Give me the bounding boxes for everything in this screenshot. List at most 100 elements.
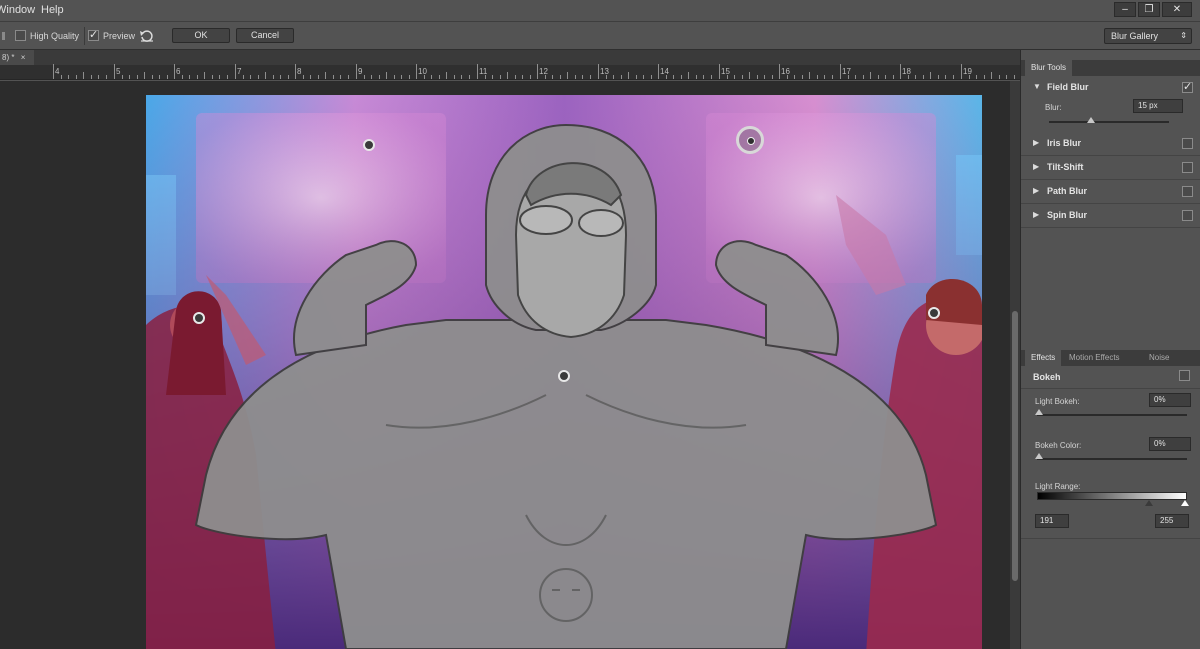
spin-blur-checkbox[interactable] bbox=[1182, 210, 1193, 221]
ruler-tick-label: 13 bbox=[600, 67, 609, 76]
blur-slider-track[interactable] bbox=[1049, 121, 1169, 123]
scrollbar-thumb[interactable] bbox=[1012, 311, 1018, 581]
ruler-minor-tick bbox=[227, 75, 228, 79]
artwork-image[interactable] bbox=[146, 95, 982, 649]
light-range-label: Light Range: bbox=[1035, 482, 1081, 491]
path-blur-checkbox[interactable] bbox=[1182, 186, 1193, 197]
ruler-major-tick bbox=[779, 64, 780, 79]
ruler-minor-tick bbox=[379, 75, 380, 79]
bokeh-label: Bokeh bbox=[1033, 372, 1061, 382]
light-bokeh-field[interactable]: 0% bbox=[1149, 393, 1191, 407]
ruler-tick-label: 9 bbox=[358, 67, 363, 76]
restore-button[interactable]: ❐ bbox=[1138, 2, 1160, 17]
ruler-minor-tick bbox=[91, 75, 92, 79]
ok-button[interactable]: OK bbox=[172, 28, 230, 43]
bokeh-color-slider-track[interactable] bbox=[1037, 458, 1187, 460]
ruler-minor-tick bbox=[424, 75, 425, 79]
tool-row-path-blur[interactable]: ▶ Path Blur bbox=[1021, 180, 1200, 204]
blur-value-field[interactable]: 15 px bbox=[1133, 99, 1183, 113]
tool-row-spin-blur[interactable]: ▶ Spin Blur bbox=[1021, 204, 1200, 228]
collapsed-triangle-icon[interactable]: ▶ bbox=[1033, 138, 1039, 147]
ruler-minor-tick bbox=[636, 75, 637, 79]
workspace-dropdown[interactable]: Blur Gallery ⇕ bbox=[1104, 28, 1192, 44]
bokeh-checkbox[interactable] bbox=[1179, 370, 1190, 381]
blur-label: Blur: bbox=[1045, 103, 1062, 112]
collapsed-triangle-icon[interactable]: ▶ bbox=[1033, 210, 1039, 219]
tab-motion-effects[interactable]: Motion Effects bbox=[1063, 350, 1126, 366]
vertical-scrollbar[interactable] bbox=[1010, 81, 1020, 649]
ruler-minor-tick bbox=[727, 75, 728, 79]
tool-name: Tilt-Shift bbox=[1047, 162, 1084, 172]
close-tab-icon[interactable]: × bbox=[21, 53, 26, 62]
collapsed-triangle-icon[interactable]: ▶ bbox=[1033, 162, 1039, 171]
ruler-major-tick bbox=[174, 64, 175, 79]
ruler-minor-tick bbox=[401, 75, 402, 79]
ruler-tick-label: 7 bbox=[237, 67, 242, 76]
ruler-minor-tick bbox=[734, 75, 735, 79]
tab-noise[interactable]: Noise bbox=[1143, 350, 1175, 366]
ruler-minor-tick bbox=[273, 75, 274, 79]
tool-name: Iris Blur bbox=[1047, 138, 1082, 148]
ruler-minor-tick bbox=[984, 75, 985, 79]
field-blur-checkbox[interactable] bbox=[1182, 80, 1193, 93]
preview-checkbox[interactable] bbox=[88, 28, 99, 41]
menu-help[interactable]: Help bbox=[41, 4, 64, 16]
close-button[interactable]: ✕ bbox=[1162, 2, 1192, 17]
iris-blur-checkbox[interactable] bbox=[1182, 138, 1193, 149]
ruler-minor-tick bbox=[673, 75, 674, 79]
light-bokeh-slider-knob[interactable] bbox=[1035, 409, 1043, 415]
ruler-minor-tick bbox=[666, 75, 667, 79]
ruler-minor-tick bbox=[219, 75, 220, 79]
ruler-major-tick bbox=[658, 64, 659, 79]
ruler-minor-tick bbox=[129, 75, 130, 79]
light-range-low-field[interactable]: 191 bbox=[1035, 514, 1069, 528]
blur-pin[interactable] bbox=[193, 312, 205, 324]
bokeh-color-slider-knob[interactable] bbox=[1035, 453, 1043, 459]
ruler-major-tick bbox=[477, 64, 478, 79]
ruler-minor-tick bbox=[621, 75, 622, 79]
high-quality-checkbox[interactable] bbox=[15, 30, 26, 41]
light-bokeh-slider-track[interactable] bbox=[1037, 414, 1187, 416]
blur-pin[interactable] bbox=[363, 139, 375, 151]
ruler-minor-tick bbox=[575, 75, 576, 79]
ruler-minor-tick bbox=[772, 75, 773, 79]
reset-pins-icon[interactable] bbox=[139, 28, 155, 44]
menu-window[interactable]: Window bbox=[0, 4, 35, 16]
ruler-minor-tick bbox=[976, 75, 977, 79]
tab-blur-tools[interactable]: Blur Tools bbox=[1025, 60, 1072, 76]
tilt-shift-checkbox[interactable] bbox=[1182, 162, 1193, 173]
minimize-button[interactable]: – bbox=[1114, 2, 1136, 17]
blur-pin[interactable] bbox=[928, 307, 940, 319]
blur-pin[interactable] bbox=[558, 370, 570, 382]
ruler-minor-tick bbox=[628, 72, 629, 79]
tool-row-tilt-shift[interactable]: ▶ Tilt-Shift bbox=[1021, 156, 1200, 180]
tool-row-iris-blur[interactable]: ▶ Iris Blur bbox=[1021, 132, 1200, 156]
divider bbox=[1021, 388, 1200, 389]
tab-effects[interactable]: Effects bbox=[1025, 350, 1062, 366]
ruler-minor-tick bbox=[855, 75, 856, 79]
ruler-minor-tick bbox=[567, 72, 568, 79]
high-quality-label: High Quality bbox=[30, 31, 80, 41]
ruler-minor-tick bbox=[930, 72, 931, 79]
light-range-high-field[interactable]: 255 bbox=[1155, 514, 1189, 528]
preview-label: Preview bbox=[103, 31, 136, 41]
ruler-minor-tick bbox=[280, 75, 281, 79]
bokeh-color-field[interactable]: 0% bbox=[1149, 437, 1191, 451]
ruler-minor-tick bbox=[908, 75, 909, 79]
blur-slider-knob[interactable] bbox=[1087, 117, 1095, 123]
cancel-button[interactable]: Cancel bbox=[236, 28, 294, 43]
document-tab[interactable]: 8) * × bbox=[0, 50, 34, 65]
ruler-tick-label: 17 bbox=[842, 67, 851, 76]
collapsed-triangle-icon[interactable]: ▶ bbox=[1033, 186, 1039, 195]
ruler-minor-tick bbox=[530, 75, 531, 79]
ruler-tick-label: 6 bbox=[176, 67, 181, 76]
tool-name: Path Blur bbox=[1047, 186, 1088, 196]
light-range-low-knob[interactable] bbox=[1145, 500, 1153, 506]
expanded-triangle-icon[interactable]: ▼ bbox=[1033, 82, 1041, 91]
ruler-minor-tick bbox=[144, 72, 145, 79]
ruler-minor-tick bbox=[98, 75, 99, 79]
blur-pin-active[interactable] bbox=[736, 126, 764, 154]
ruler-major-tick bbox=[598, 64, 599, 79]
ruler-minor-tick bbox=[348, 75, 349, 79]
light-range-high-knob[interactable] bbox=[1181, 500, 1189, 506]
